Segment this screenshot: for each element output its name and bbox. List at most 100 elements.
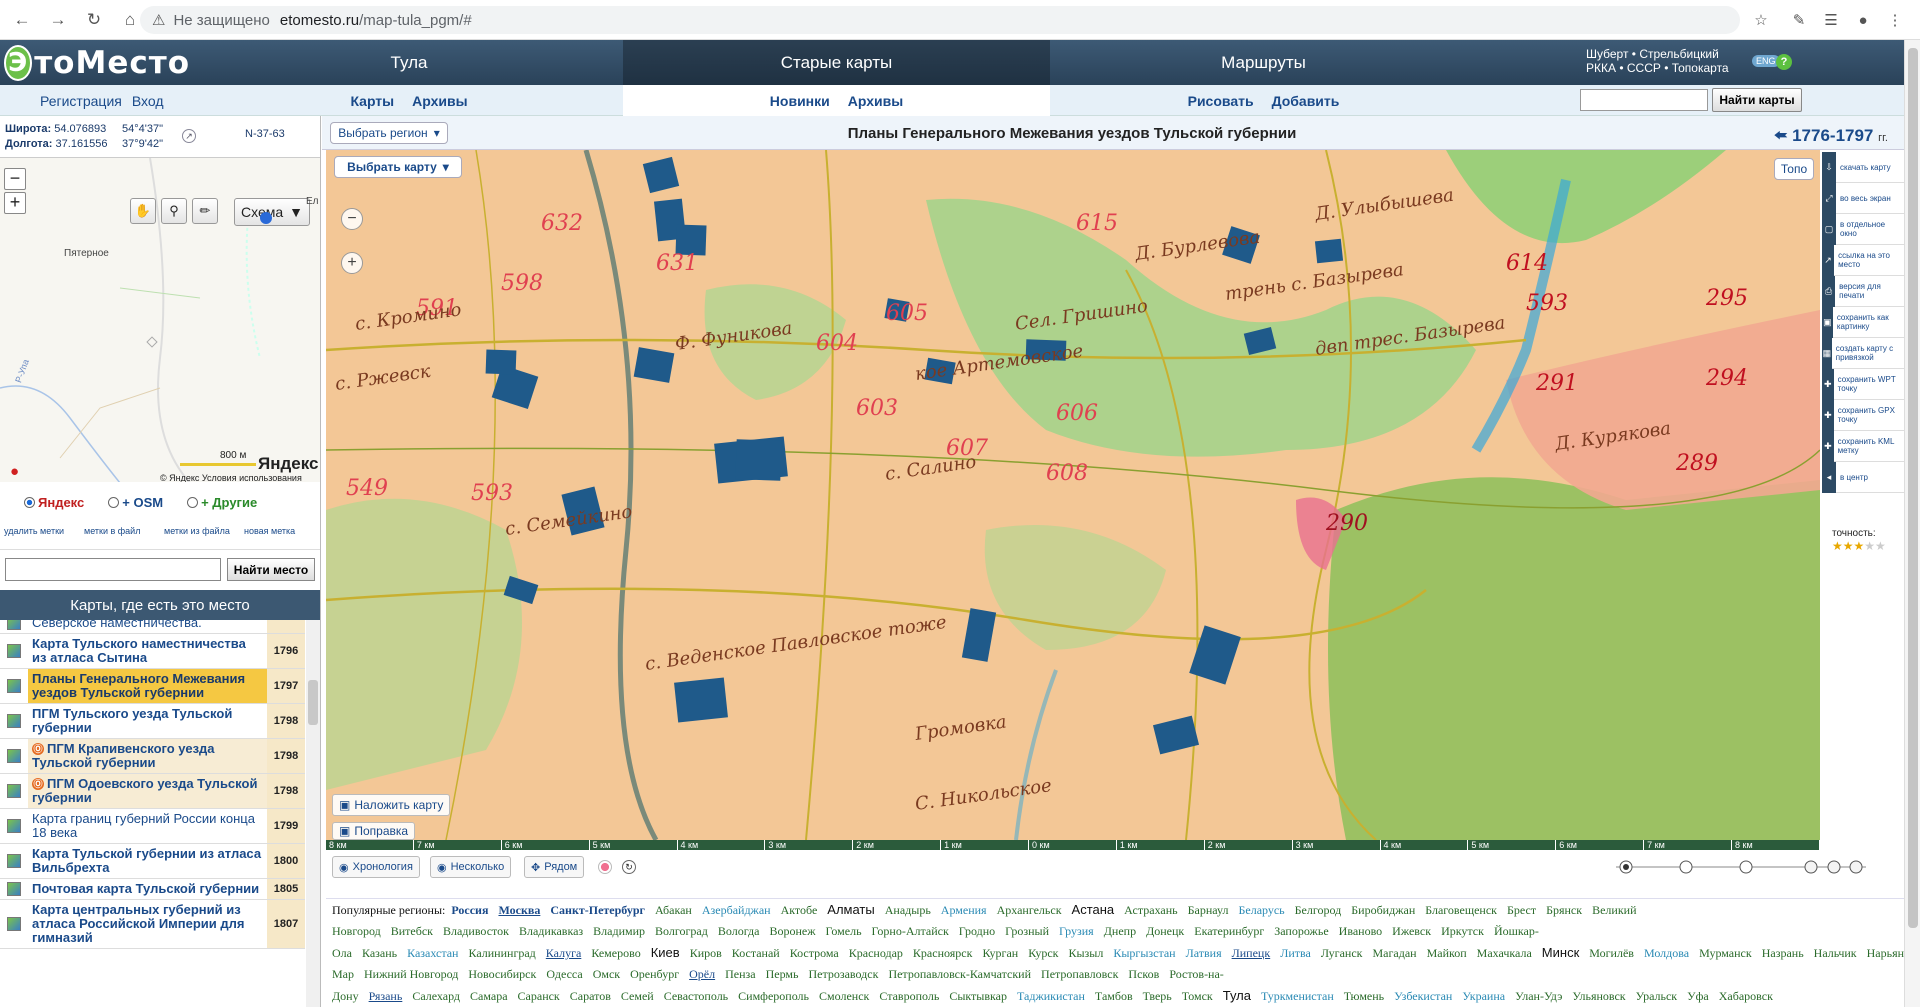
map-zoom-in-icon[interactable]: + xyxy=(341,252,363,274)
region-link[interactable]: Калуга xyxy=(546,946,582,960)
region-link[interactable]: Кызыл xyxy=(1068,946,1103,960)
map-zoom-out-icon[interactable]: − xyxy=(341,208,363,230)
region-link[interactable]: Алматы xyxy=(827,902,874,917)
region-link[interactable]: Витебск xyxy=(391,924,433,938)
page-scrollbar[interactable] xyxy=(1904,40,1920,1007)
region-link[interactable]: Киров xyxy=(690,946,722,960)
add-link[interactable]: Добавить xyxy=(1272,93,1340,109)
region-link[interactable]: Таджикистан xyxy=(1017,989,1085,1003)
nearby-button[interactable]: ✥ Рядом xyxy=(524,856,585,878)
chronology-button[interactable]: ◉ Хронология xyxy=(332,856,420,878)
region-link[interactable]: Майкоп xyxy=(1427,946,1467,960)
map-list-item[interactable]: Карта центральных губерний из атласа Рос… xyxy=(0,900,305,949)
region-link[interactable]: Петрозаводск xyxy=(808,967,878,981)
terms-link[interactable]: Условия использования xyxy=(202,473,302,482)
region-link[interactable]: Уральск xyxy=(1636,989,1678,1003)
region-link[interactable]: Ставрополь xyxy=(879,989,939,1003)
region-link[interactable]: Екатеринбург xyxy=(1194,924,1264,938)
map-list-item[interactable]: Карта границ губерний России конца 18 ве… xyxy=(0,809,305,844)
region-link[interactable]: Ульяновск xyxy=(1572,989,1625,1003)
region-link[interactable]: Тула xyxy=(1223,988,1251,1003)
choose-region-button[interactable]: Выбрать регион ▾ xyxy=(330,122,448,144)
region-link[interactable]: Владимир xyxy=(593,924,645,938)
star-icon[interactable]: ☆ xyxy=(1748,7,1774,33)
choose-map-button[interactable]: Выбрать карту ▾ xyxy=(334,156,462,178)
region-link[interactable]: Воронеж xyxy=(769,924,815,938)
region-link[interactable]: Белгород xyxy=(1295,903,1342,917)
right-tool-0[interactable]: ⇩ скачать карту xyxy=(1822,151,1904,183)
right-tool-4[interactable]: ⎙ версия для печати xyxy=(1822,275,1904,307)
place-search-input[interactable] xyxy=(5,558,221,581)
region-link[interactable]: Луганск xyxy=(1321,946,1363,960)
old-map-canvas[interactable]: 591 593 605 603 604 606 607 608 615 614 593 295 291 2… xyxy=(326,150,1820,840)
region-link[interactable]: Могилёв xyxy=(1589,946,1634,960)
region-link[interactable]: Азербайджан xyxy=(702,903,771,917)
right-tool-9[interactable]: ✚ сохранить KML метку xyxy=(1822,430,1904,462)
region-link[interactable]: Минск xyxy=(1542,945,1579,960)
profile-icon[interactable]: ● xyxy=(1850,7,1876,33)
region-link[interactable]: Вологда xyxy=(718,924,760,938)
right-tool-8[interactable]: ✚ сохранить GPX точку xyxy=(1822,399,1904,431)
region-link[interactable]: Кострома xyxy=(790,946,839,960)
map-list-item[interactable]: Планы Генерального Межевания уездов Туль… xyxy=(0,669,305,704)
right-tool-10[interactable]: ◂ в центр xyxy=(1822,461,1904,493)
find-place-button[interactable]: Найти место xyxy=(227,558,315,581)
provider-yandex[interactable]: Яндекс xyxy=(24,495,84,510)
correction-button[interactable]: ▣ Поправка xyxy=(332,822,416,840)
region-link[interactable]: Саранск xyxy=(518,989,560,1003)
region-link[interactable]: Петропавловск xyxy=(1041,967,1118,981)
new-maps-link[interactable]: Новинки xyxy=(770,93,830,109)
magnifier-tool-icon[interactable]: ⚲ xyxy=(161,198,187,224)
region-link[interactable]: Пенза xyxy=(725,967,755,981)
region-link[interactable]: Курган xyxy=(982,946,1018,960)
region-link[interactable]: Оренбург xyxy=(630,967,679,981)
region-link[interactable]: Литва xyxy=(1280,946,1311,960)
header-links-line2[interactable]: РККА • СССР • Топокарта xyxy=(1586,61,1729,75)
region-link[interactable]: Петропавловск-Камчатский xyxy=(888,967,1031,981)
right-tool-5[interactable]: ▣ сохранить как картинку xyxy=(1822,306,1904,338)
region-link[interactable]: Мурманск xyxy=(1699,946,1752,960)
back-icon[interactable]: ← xyxy=(8,6,36,34)
compass-icon[interactable]: ↗ xyxy=(182,129,196,143)
region-link[interactable]: Тюмень xyxy=(1344,989,1384,1003)
record-icon[interactable] xyxy=(598,860,612,874)
region-link[interactable]: Калининград xyxy=(468,946,535,960)
region-link[interactable]: Беларусь xyxy=(1238,903,1284,917)
map-list-item[interactable]: Карта Тульской губернии из атласа Вильбр… xyxy=(0,844,305,879)
region-link[interactable]: Томск xyxy=(1182,989,1213,1003)
region-link[interactable]: Запорожье xyxy=(1274,924,1328,938)
region-link[interactable]: Гомель xyxy=(826,924,862,938)
right-tool-1[interactable]: ⤢ во весь экран xyxy=(1822,182,1904,214)
right-tool-3[interactable]: ↗ ссылка на это место xyxy=(1822,244,1904,276)
media-icon[interactable]: ☰ xyxy=(1818,7,1844,33)
find-maps-button[interactable]: Найти карты xyxy=(1712,88,1802,112)
region-link[interactable]: Узбекистан xyxy=(1394,989,1452,1003)
region-link[interactable]: Грузия xyxy=(1059,924,1094,938)
region-link[interactable]: Пермь xyxy=(766,967,799,981)
minimap-zoom-in[interactable]: + xyxy=(4,192,26,214)
map-search-input[interactable] xyxy=(1580,89,1708,111)
site-logo[interactable]: ЭтоМесто xyxy=(4,43,190,83)
topo-button[interactable]: Топо xyxy=(1774,158,1814,180)
region-link[interactable]: Севастополь xyxy=(664,989,728,1003)
region-link[interactable]: Семей xyxy=(621,989,654,1003)
region-link[interactable]: Махачкала xyxy=(1477,946,1532,960)
login-link[interactable]: Вход xyxy=(132,93,164,109)
header-section-routes[interactable]: Маршруты xyxy=(1050,40,1477,85)
several-button[interactable]: ◉ Несколько xyxy=(430,856,512,878)
provider-other[interactable]: + Другие xyxy=(187,495,257,510)
region-link[interactable]: Магадан xyxy=(1373,946,1417,960)
mini-map[interactable]: − + ✋ ⚲ ✏ Схема▼ Пятерное Ел Р-Упа ● 800… xyxy=(0,157,320,482)
region-link[interactable]: Биробиджан xyxy=(1351,903,1415,917)
region-link[interactable]: Астрахань xyxy=(1124,903,1177,917)
region-link[interactable]: Барнаул xyxy=(1188,903,1229,917)
region-link[interactable]: Грозный xyxy=(1005,924,1049,938)
region-link[interactable]: Курск xyxy=(1028,946,1058,960)
region-link[interactable]: Донецк xyxy=(1146,924,1184,938)
region-link[interactable]: Брест xyxy=(1507,903,1536,917)
register-link[interactable]: Регистрация xyxy=(40,93,122,109)
region-link[interactable]: Кыргызстан xyxy=(1113,946,1175,960)
region-link[interactable]: Смоленск xyxy=(819,989,869,1003)
scheme-select[interactable]: Схема▼ xyxy=(234,198,310,226)
header-section-tula[interactable]: Тула xyxy=(195,40,623,85)
